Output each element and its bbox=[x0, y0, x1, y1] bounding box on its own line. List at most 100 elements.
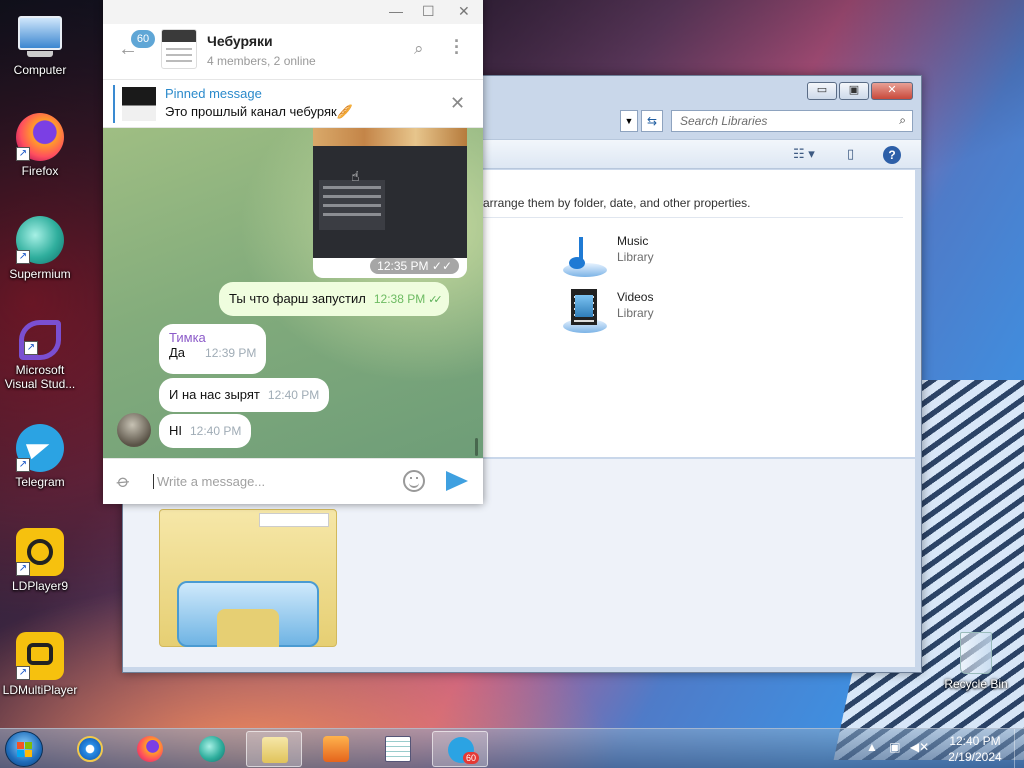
screenshot-strip bbox=[313, 128, 467, 146]
close-button[interactable]: ✕ bbox=[458, 3, 470, 20]
read-ticks-icon: ✓✓ bbox=[431, 259, 452, 273]
message-time: 12:40 PM bbox=[190, 424, 242, 438]
scrollbar[interactable] bbox=[475, 438, 478, 456]
desktop-icon-label: LDMultiPlayer bbox=[2, 683, 78, 697]
volume-muted-icon[interactable]: ◀✕ bbox=[910, 740, 929, 754]
close-button[interactable]: ✕ bbox=[871, 82, 913, 100]
minimize-button[interactable]: ▭ bbox=[807, 82, 837, 100]
firefox-icon bbox=[137, 736, 163, 762]
message-bubble-incoming[interactable]: НІ 12:40 PM bbox=[159, 414, 252, 448]
message-time: 12:35 PM ✓✓ bbox=[370, 258, 459, 274]
recycle-bin-icon bbox=[960, 632, 992, 674]
telegram-titlebar: — ☐ ✕ bbox=[103, 0, 483, 24]
search-placeholder: Search Libraries bbox=[680, 114, 768, 128]
taskbar-firefox[interactable] bbox=[122, 731, 178, 767]
message-list[interactable]: ☝ 12:35 PM ✓✓ Ты что фарш запустил 12:38 … bbox=[103, 128, 483, 458]
message-time: 12:38 PM bbox=[373, 292, 426, 306]
taskbar-telegram[interactable]: 60 bbox=[432, 731, 488, 767]
notepad-icon bbox=[385, 736, 411, 762]
firefox-icon: ↗ bbox=[16, 113, 64, 161]
library-item-videos[interactable]: Videos Library bbox=[561, 289, 654, 337]
unread-counter-badge: 60 bbox=[131, 30, 155, 48]
message-bubble-incoming[interactable]: Тимка Да 12:39 PM bbox=[159, 324, 267, 374]
pinned-message-bar[interactable]: Pinned message Это прошлый канал чебуряк… bbox=[103, 81, 483, 128]
folder-icon bbox=[159, 509, 339, 649]
desktop-icon-computer[interactable]: Computer bbox=[0, 10, 80, 77]
videos-library-icon bbox=[561, 289, 609, 337]
supermium-icon bbox=[199, 736, 225, 762]
send-icon[interactable] bbox=[446, 471, 468, 491]
library-type: Library bbox=[617, 306, 654, 320]
search-icon[interactable]: ⌕ bbox=[899, 113, 906, 128]
system-tray: ▲ ▣ ◀✕ bbox=[866, 740, 929, 754]
desktop-icon-supermium[interactable]: ↗ Supermium bbox=[0, 216, 80, 281]
folder-icon bbox=[262, 737, 288, 763]
desktop-icon-telegram[interactable]: ↗ Telegram bbox=[0, 424, 80, 489]
message-bubble-outgoing[interactable]: Ты что фарш запустил 12:38 PM ✓✓ bbox=[219, 282, 449, 316]
screenshot-image: ☝ bbox=[313, 128, 467, 258]
show-hidden-icons-icon[interactable]: ▲ bbox=[866, 740, 878, 754]
desktop-icon-visual-studio[interactable]: ↗ Microsoft Visual Stud... bbox=[0, 320, 80, 391]
desktop-icon-label: Microsoft Visual Stud... bbox=[4, 363, 76, 391]
chat-status: 4 members, 2 online bbox=[207, 54, 316, 68]
close-icon[interactable]: ✕ bbox=[450, 93, 465, 114]
message-text: НІ bbox=[169, 423, 182, 438]
help-icon[interactable]: ? bbox=[883, 146, 901, 164]
more-options-icon[interactable]: · · · bbox=[452, 32, 462, 62]
search-icon[interactable]: ⌕ bbox=[414, 39, 424, 59]
taskbar-notepad[interactable] bbox=[370, 731, 426, 767]
media-player-icon bbox=[323, 736, 349, 762]
message-time: 12:40 PM bbox=[267, 388, 320, 402]
message-input[interactable]: Write a message... bbox=[153, 474, 265, 489]
shortcut-arrow-icon: ↗ bbox=[16, 250, 30, 264]
group-avatar[interactable] bbox=[161, 29, 197, 69]
taskbar: 60 ▲ ▣ ◀✕ 12:40 PM 2/19/2024 bbox=[0, 728, 1024, 768]
explorer-window-controls: ▭ ▣ ✕ bbox=[807, 82, 913, 100]
pinned-thumbnail bbox=[122, 87, 156, 121]
image-message[interactable]: ☝ 12:35 PM ✓✓ bbox=[313, 128, 467, 278]
chat-title[interactable]: Чебуряки bbox=[207, 33, 273, 49]
preview-pane-icon[interactable]: ▯ bbox=[847, 146, 854, 164]
library-description: d arrange them by folder, date, and othe… bbox=[473, 196, 751, 210]
show-desktop-button[interactable] bbox=[1014, 729, 1024, 768]
clock-date: 2/19/2024 bbox=[948, 750, 1002, 764]
pinned-text: Это прошлый канал чебуряк🥖 bbox=[165, 104, 353, 119]
taskbar-supermium[interactable] bbox=[184, 731, 240, 767]
taskbar-internet-explorer[interactable] bbox=[62, 731, 118, 767]
message-bubble-incoming[interactable]: И на нас зырят 12:40 PM bbox=[159, 378, 330, 412]
desktop-icon-recycle-bin[interactable]: Recycle Bin bbox=[936, 632, 1016, 691]
user-avatar[interactable] bbox=[117, 413, 151, 447]
chat-header: ← 60 Чебуряки 4 members, 2 online ⌕ · · · bbox=[103, 24, 483, 80]
desktop-icon-ldplayer9[interactable]: ↗ LDPlayer9 bbox=[0, 528, 80, 593]
divider bbox=[473, 217, 903, 218]
library-item-music[interactable]: Music Library bbox=[561, 233, 654, 281]
minimize-button[interactable]: — bbox=[389, 3, 403, 19]
emoji-icon[interactable] bbox=[403, 470, 425, 492]
ldplayer-icon: ↗ bbox=[16, 528, 64, 576]
desktop-icon-ldmultiplayer[interactable]: ↗ LDMultiPlayer bbox=[0, 632, 80, 697]
internet-explorer-icon bbox=[77, 736, 103, 762]
hand-cursor-icon: ☝ bbox=[351, 168, 360, 184]
sender-name[interactable]: Тимка bbox=[169, 330, 256, 345]
start-button[interactable] bbox=[5, 731, 43, 767]
address-dropdown-button[interactable]: ▼ bbox=[620, 110, 638, 132]
shortcut-arrow-icon: ↗ bbox=[16, 147, 30, 161]
maximize-button[interactable]: ☐ bbox=[422, 3, 435, 20]
telegram-window[interactable]: — ☐ ✕ ← 60 Чебуряки 4 members, 2 online … bbox=[103, 0, 483, 504]
desktop-icon-label: Recycle Bin bbox=[944, 677, 1008, 691]
taskbar-windows-explorer[interactable] bbox=[246, 731, 302, 767]
read-ticks-icon: ✓✓ bbox=[428, 294, 443, 306]
system-clock[interactable]: 12:40 PM 2/19/2024 bbox=[940, 733, 1010, 765]
library-type: Library bbox=[617, 250, 654, 264]
view-options-icon[interactable]: ☷ ▾ bbox=[793, 146, 815, 164]
network-icon[interactable]: ▣ bbox=[889, 740, 900, 754]
refresh-button[interactable]: ⇆ bbox=[641, 110, 663, 132]
clock-time: 12:40 PM bbox=[949, 734, 1001, 748]
search-input[interactable]: Search Libraries ⌕ bbox=[671, 110, 913, 132]
maximize-button[interactable]: ▣ bbox=[839, 82, 869, 100]
desktop-icon-firefox[interactable]: ↗ Firefox bbox=[0, 113, 80, 178]
computer-stand bbox=[27, 51, 53, 57]
music-library-icon bbox=[561, 233, 609, 281]
paperclip-icon[interactable]: ⌀ bbox=[113, 470, 134, 493]
taskbar-media-player[interactable] bbox=[308, 731, 364, 767]
